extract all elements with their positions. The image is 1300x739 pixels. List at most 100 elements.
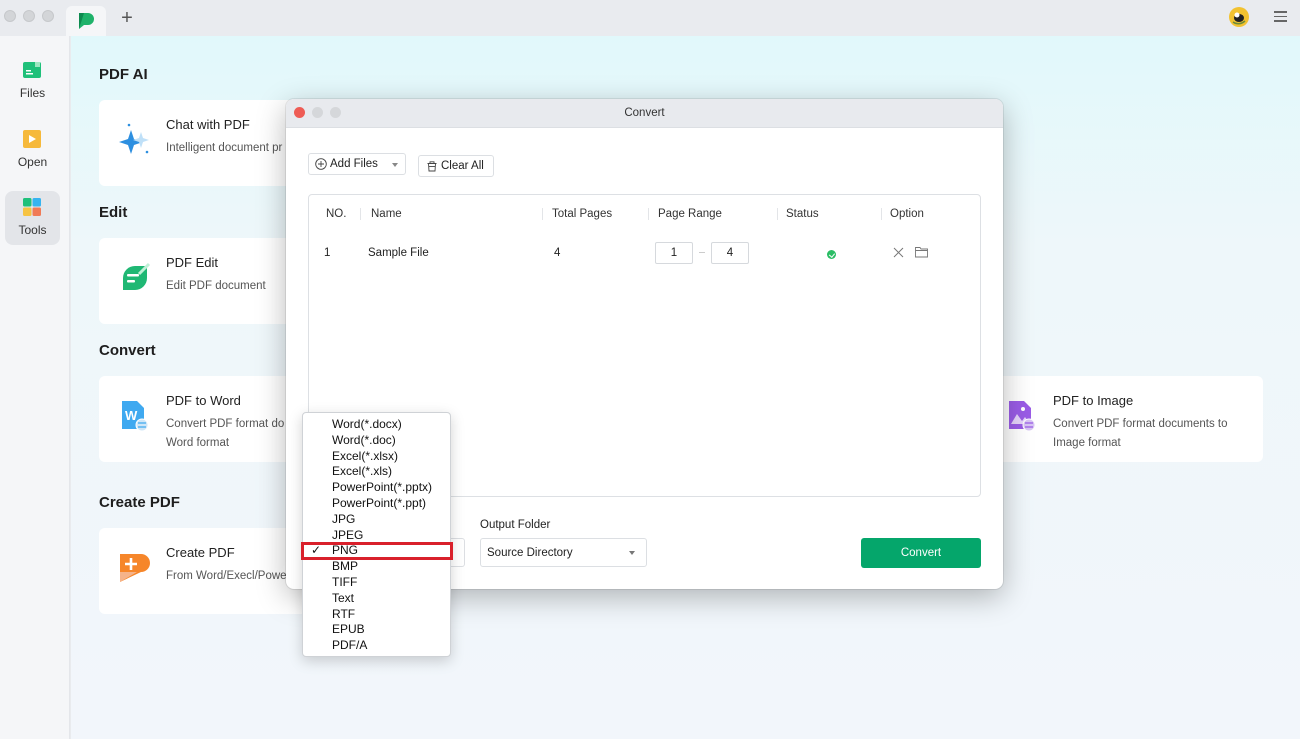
format-option-label: Word(*.docx)	[332, 417, 402, 431]
format-option[interactable]: Text	[303, 591, 450, 607]
output-folder-value: Source Directory	[487, 547, 573, 559]
format-option[interactable]: PowerPoint(*.ppt)	[303, 496, 450, 512]
remove-file-icon[interactable]	[893, 247, 904, 258]
tab-home[interactable]	[66, 6, 106, 36]
clear-all-button[interactable]: Clear All	[418, 155, 494, 177]
section-title-edit: Edit	[99, 204, 128, 221]
format-option-label: PowerPoint(*.pptx)	[332, 480, 433, 495]
column-divider	[648, 208, 649, 220]
card-title: PDF Edit	[166, 255, 219, 270]
card-description: Convert PDF format documents to Image fo…	[1053, 415, 1293, 453]
format-option-label: PDF/A	[332, 638, 368, 653]
format-option-label: JPEG	[332, 527, 364, 542]
cell-name: Sample File	[368, 247, 429, 259]
range-separator	[699, 252, 705, 253]
sidebar-item-label: Files	[19, 86, 46, 100]
new-tab-button[interactable]: +	[118, 6, 136, 30]
format-option-label: PNG	[332, 543, 359, 558]
format-option-label: PowerPoint(*.ppt)	[332, 495, 427, 510]
section-title-pdf-ai: PDF AI	[99, 66, 148, 83]
clear-all-label: Clear All	[441, 160, 484, 172]
format-option-label: Excel(*.xlsx)	[332, 448, 399, 463]
format-option[interactable]: EPUB	[303, 622, 450, 638]
add-files-button[interactable]: Add Files	[308, 153, 406, 175]
format-option[interactable]: Word(*.docx)	[303, 417, 450, 433]
card-title: PDF to Image	[1053, 393, 1134, 408]
format-option[interactable]: JPG	[303, 512, 450, 528]
sidebar: Files Open Tools	[0, 36, 70, 739]
format-option-label: Text	[332, 590, 355, 605]
open-folder-icon[interactable]	[915, 246, 928, 258]
format-option[interactable]: JPEG	[303, 528, 450, 544]
format-option[interactable]: PDF/A	[303, 638, 450, 654]
trash-icon	[427, 161, 437, 172]
status-success-icon	[827, 250, 836, 259]
card-description-line: Image format	[1053, 437, 1121, 449]
output-format-dropdown: Word(*.docx) Word(*.doc) Excel(*.xlsx) E…	[301, 412, 453, 657]
add-files-label: Add Files	[330, 158, 378, 170]
cell-total-pages: 4	[554, 247, 561, 259]
window-titlebar: +	[0, 0, 1300, 36]
card-pdf-to-image[interactable]: PDF to Image Convert PDF format document…	[986, 376, 1263, 462]
dialog-title: Convert	[624, 107, 665, 119]
cell-no: 1	[324, 247, 331, 259]
format-option[interactable]: Excel(*.xlsx)	[303, 449, 450, 465]
sidebar-item-open[interactable]: Open	[5, 123, 60, 177]
format-option[interactable]: BMP	[303, 559, 450, 575]
card-title: Create PDF	[166, 545, 235, 560]
checkmark-icon: ✓	[311, 543, 322, 558]
pdf-to-image-icon	[1009, 401, 1036, 432]
column-header-page-range: Page Range	[658, 208, 722, 220]
sidebar-item-files[interactable]: Files	[5, 54, 60, 108]
open-file-icon	[23, 130, 41, 148]
column-header-name: Name	[371, 208, 402, 220]
sidebar-item-label: Tools	[18, 223, 47, 237]
format-option-label: Excel(*.xls)	[332, 464, 393, 479]
page-range-from-input[interactable]: 1	[655, 242, 693, 264]
column-header-total-pages: Total Pages	[552, 208, 613, 220]
card-description-line: Convert PDF format documents to	[1053, 418, 1228, 430]
format-option[interactable]: Excel(*.xls)	[303, 464, 450, 480]
hamburger-menu-icon[interactable]	[1274, 11, 1287, 22]
sidebar-item-label: Open	[17, 155, 48, 169]
format-option-label: RTF	[332, 606, 356, 621]
format-option-label: TIFF	[332, 574, 358, 589]
user-avatar-icon[interactable]	[1229, 7, 1249, 27]
output-folder-select[interactable]: Source Directory	[480, 538, 647, 567]
card-title: PDF to Word	[166, 393, 241, 408]
column-header-status: Status	[786, 208, 819, 220]
section-title-convert: Convert	[99, 342, 156, 359]
window-close-button[interactable]	[4, 10, 16, 22]
create-pdf-icon	[120, 554, 150, 582]
format-option[interactable]: TIFF	[303, 575, 450, 591]
tools-grid-icon	[23, 198, 41, 216]
svg-text:W: W	[125, 408, 138, 423]
format-option-label: BMP	[332, 559, 359, 574]
column-header-no: NO.	[326, 208, 347, 220]
pdf-to-word-icon: W	[122, 401, 149, 432]
window-zoom-button[interactable]	[42, 10, 54, 22]
ai-sparkle-icon	[119, 123, 149, 154]
card-title: Chat with PDF	[166, 117, 250, 132]
column-header-option: Option	[890, 208, 924, 220]
format-option[interactable]: RTF	[303, 607, 450, 623]
dialog-titlebar: Convert	[286, 99, 1003, 128]
pdfelement-logo-icon	[79, 13, 94, 29]
window-minimize-button[interactable]	[23, 10, 35, 22]
convert-button[interactable]: Convert	[861, 538, 981, 568]
sidebar-item-tools[interactable]: Tools	[5, 191, 60, 245]
page-range-to-input[interactable]: 4	[711, 242, 749, 264]
format-option[interactable]: Word(*.doc)	[303, 433, 450, 449]
files-folder-icon	[23, 62, 41, 78]
format-option-label: EPUB	[332, 622, 365, 637]
column-divider	[360, 208, 361, 220]
pdf-edit-icon	[123, 262, 151, 290]
column-divider	[881, 208, 882, 220]
format-option-label: JPG	[332, 511, 356, 526]
chevron-down-icon[interactable]	[392, 163, 398, 167]
add-circle-icon	[315, 158, 327, 170]
format-option-selected[interactable]: ✓ PNG	[301, 542, 453, 561]
chevron-down-icon	[629, 551, 635, 555]
format-option[interactable]: PowerPoint(*.pptx)	[303, 480, 450, 496]
column-divider	[777, 208, 778, 220]
